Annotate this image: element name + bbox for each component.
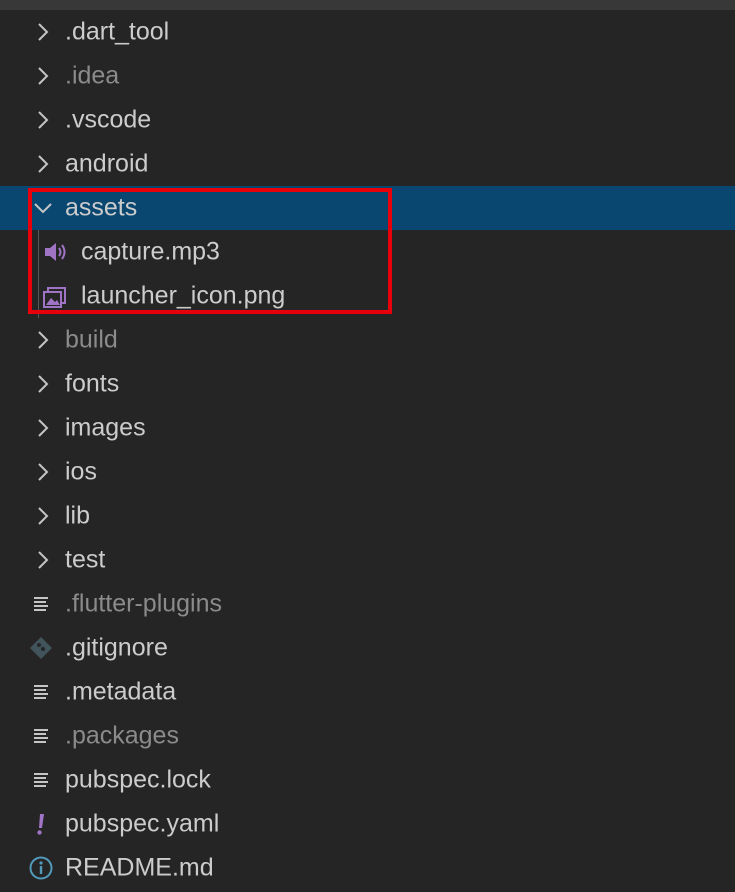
tree-item-pubspec-lock[interactable]: pubspec.lock bbox=[0, 758, 735, 802]
chevron-right-icon[interactable] bbox=[33, 153, 53, 175]
info-icon bbox=[29, 856, 53, 880]
tree-item-label: build bbox=[65, 325, 118, 354]
audio-file-icon bbox=[45, 243, 66, 261]
chevron-down-icon[interactable] bbox=[33, 197, 53, 219]
chevron-right-icon[interactable] bbox=[33, 461, 53, 483]
tree-item-metadata[interactable]: .metadata bbox=[0, 670, 735, 714]
tree-item-assets[interactable]: assets bbox=[0, 186, 735, 230]
tree-item-label: .gitignore bbox=[65, 633, 168, 662]
chevron-right-icon[interactable] bbox=[33, 329, 53, 351]
tree-item-label: README.md bbox=[65, 853, 214, 882]
tree-item-label: pubspec.lock bbox=[65, 765, 211, 794]
tree-item-vscode[interactable]: .vscode bbox=[0, 98, 735, 142]
tree-item-capture-mp3[interactable]: capture.mp3 bbox=[0, 230, 735, 274]
tree-item-test[interactable]: test bbox=[0, 538, 735, 582]
yaml-exclamation-icon bbox=[37, 814, 44, 835]
chevron-right-icon[interactable] bbox=[33, 549, 53, 571]
tree-item-label: .packages bbox=[65, 721, 179, 750]
tree-item-label: fonts bbox=[65, 369, 120, 398]
text-file-icon bbox=[34, 729, 48, 743]
file-tree: .dart_tool .idea .vscode android assets … bbox=[0, 10, 735, 890]
tree-item-label: lib bbox=[65, 501, 91, 530]
tree-item-label: launcher_icon.png bbox=[81, 281, 286, 310]
tree-item-ios[interactable]: ios bbox=[0, 450, 735, 494]
tree-item-label: android bbox=[65, 149, 149, 178]
tree-item-label: assets bbox=[65, 193, 138, 222]
tree-item-flutter-plugins[interactable]: .flutter-plugins bbox=[0, 582, 735, 626]
file-explorer: .dart_tool .idea .vscode android assets … bbox=[0, 0, 735, 892]
tree-item-images[interactable]: images bbox=[0, 406, 735, 450]
tree-item-label: .flutter-plugins bbox=[65, 589, 223, 618]
tree-item-label: .idea bbox=[65, 61, 120, 90]
chevron-right-icon[interactable] bbox=[33, 505, 53, 527]
tree-item-label: capture.mp3 bbox=[81, 237, 220, 266]
indent-guide bbox=[38, 230, 39, 318]
tree-item-build[interactable]: build bbox=[0, 318, 735, 362]
image-file-icon bbox=[43, 287, 66, 308]
text-file-icon bbox=[34, 773, 48, 787]
tree-item-android[interactable]: android bbox=[0, 142, 735, 186]
chevron-right-icon[interactable] bbox=[33, 417, 53, 439]
text-file-icon bbox=[34, 685, 48, 699]
top-strip bbox=[0, 0, 735, 10]
tree-item-label: ios bbox=[65, 457, 97, 486]
tree-item-pubspec-yaml[interactable]: pubspec.yaml bbox=[0, 802, 735, 846]
tree-item-label: pubspec.yaml bbox=[65, 809, 220, 838]
chevron-right-icon[interactable] bbox=[33, 21, 53, 43]
tree-item-readme[interactable]: README.md bbox=[0, 846, 735, 890]
tree-item-label: test bbox=[65, 545, 106, 574]
text-file-icon bbox=[34, 597, 48, 611]
chevron-right-icon[interactable] bbox=[33, 373, 53, 395]
tree-item-label: images bbox=[65, 413, 146, 442]
tree-item-gitignore[interactable]: .gitignore bbox=[0, 626, 735, 670]
tree-item-label: .dart_tool bbox=[65, 17, 170, 46]
tree-item-label: .vscode bbox=[65, 105, 152, 134]
tree-item-idea[interactable]: .idea bbox=[0, 54, 735, 98]
tree-item-label: .metadata bbox=[65, 677, 177, 706]
tree-item-lib[interactable]: lib bbox=[0, 494, 735, 538]
tree-item-fonts[interactable]: fonts bbox=[0, 362, 735, 406]
chevron-right-icon[interactable] bbox=[33, 65, 53, 87]
tree-item-dart-tool[interactable]: .dart_tool bbox=[0, 10, 735, 54]
chevron-right-icon[interactable] bbox=[33, 109, 53, 131]
tree-item-packages[interactable]: .packages bbox=[0, 714, 735, 758]
tree-item-launcher-icon-png[interactable]: launcher_icon.png bbox=[0, 274, 735, 318]
git-file-icon bbox=[30, 637, 52, 659]
